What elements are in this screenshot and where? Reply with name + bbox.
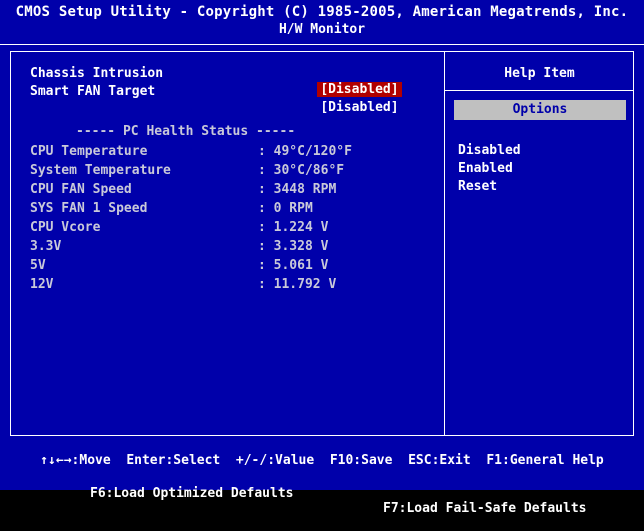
- app-title: CMOS Setup Utility - Copyright (C) 1985-…: [15, 4, 629, 20]
- setting-label-chassis-intrusion: Chassis Intrusion: [30, 66, 164, 81]
- health-label: CPU Temperature: [30, 144, 148, 159]
- setting-label-smart-fan-target: Smart FAN Target: [30, 84, 156, 99]
- column-divider: [444, 51, 445, 436]
- health-label: System Temperature: [30, 163, 171, 178]
- health-value: : 3448 RPM: [258, 182, 337, 197]
- health-value: : 5.061 V: [258, 258, 329, 273]
- header: CMOS Setup Utility - Copyright (C) 1985-…: [0, 0, 644, 42]
- health-label: 5V: [30, 258, 46, 273]
- pc-health-heading: ----- PC Health Status -----: [76, 124, 296, 139]
- header-divider: [0, 44, 644, 45]
- page-title: H/W Monitor: [278, 22, 366, 37]
- help-item-title: Help Item: [504, 66, 575, 81]
- health-value: : 1.224 V: [258, 220, 329, 235]
- load-optimized-defaults-hint: F6:Load Optimized Defaults: [90, 486, 294, 501]
- footer-keys: ↑↓←→:Move Enter:Select +/-/:Value F10:Sa…: [40, 453, 604, 468]
- health-value: : 3.328 V: [258, 239, 329, 254]
- key-help-footer: ↑↓←→:Move Enter:Select +/-/:Value F10:Sa…: [0, 445, 644, 516]
- health-value: : 30°C/86°F: [258, 163, 345, 178]
- options-header: Options: [454, 100, 626, 120]
- health-label: CPU Vcore: [30, 220, 101, 235]
- help-option: Reset: [458, 179, 498, 194]
- setting-value-smart-fan-target[interactable]: [Disabled]: [289, 84, 398, 132]
- health-label: SYS FAN 1 Speed: [30, 201, 148, 216]
- smart-fan-target-value[interactable]: [Disabled]: [320, 100, 398, 115]
- health-value: : 11.792 V: [258, 277, 337, 292]
- help-option: Enabled: [458, 161, 513, 176]
- health-label: CPU FAN Speed: [30, 182, 132, 197]
- bios-screen: CMOS Setup Utility - Copyright (C) 1985-…: [0, 0, 644, 516]
- health-value: : 0 RPM: [258, 201, 313, 216]
- help-divider: [445, 90, 634, 91]
- health-label: 3.3V: [30, 239, 62, 254]
- load-fail-safe-defaults-hint: F7:Load Fail-Safe Defaults: [383, 501, 587, 516]
- health-label: 12V: [30, 277, 54, 292]
- health-value: : 49°C/120°F: [258, 144, 352, 159]
- help-option: Disabled: [458, 143, 521, 158]
